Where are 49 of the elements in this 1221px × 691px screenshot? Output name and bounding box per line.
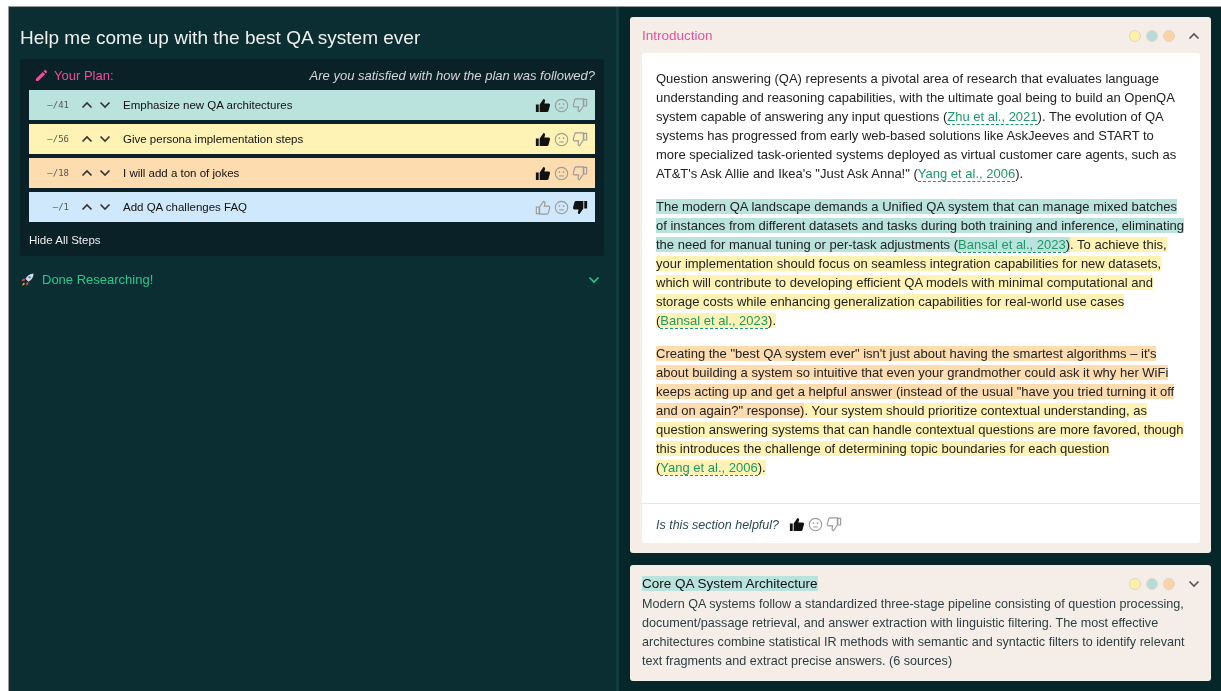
move-up-icon[interactable] xyxy=(81,169,93,177)
hide-steps-link[interactable]: Hide All Steps xyxy=(29,234,101,246)
chevron-icon[interactable] xyxy=(1188,31,1200,40)
plan-step[interactable]: –/1 Add QA challenges FAQ xyxy=(29,192,595,222)
thumbs-down-icon[interactable] xyxy=(572,130,589,148)
thumbs-up-icon[interactable] xyxy=(534,198,551,216)
thumbs-down-icon[interactable] xyxy=(572,96,589,114)
citation-link[interactable]: Yang et al., 2006 xyxy=(917,166,1016,182)
thumbs-down-icon[interactable] xyxy=(572,164,589,182)
paragraph: Creating the "best QA system ever" isn't just about having the smartest algorithms – it's about building a system so intuitive that even your grandmother could ask it why her WiFi keeps acting up and get a helpful answer (instead of the usual "have you tried turning it off and on again?" response). Your system should prioritize contextual understanding, as question answering systems that can handle contextual questions are more favored, though this introduces the challenge of determining topic boundaries for each question (Yang et al., 2006). xyxy=(656,345,1185,477)
helpful-question: Is this section helpful? xyxy=(656,517,779,532)
paragraph: The modern QA landscape demands a Unified QA system that can manage mixed batches of instances from different datasets and tasks during both training and inference, eliminating the need for manual tuning or per-task adjustments (Bansal et al., 2023). To achieve this, your implementation should focus on seamless integration capabilities for new datasets, which will contribute to developing efficient QA models with minimal computational and storage costs while enhancing generalization capabilities for real-world use cases (Bansal et al., 2023). xyxy=(656,198,1186,330)
section-title[interactable]: Core QA System Architecture xyxy=(642,576,818,591)
move-down-icon[interactable] xyxy=(99,169,111,177)
chevron-icon[interactable] xyxy=(1188,579,1200,588)
step-label: I will add a ton of jokes xyxy=(123,167,240,179)
citation-link[interactable]: Zhu et al., 2021 xyxy=(947,109,1038,125)
section-summary: Modern QA systems follow a standardized three-stage pipeline consisting of question processing, document/passage retrieval, and answer extraction with linguistic filtering. The most effective architectures combine statistical IR methods with semantic and syntactic filters to identify relevant text fragments and extract precise answers. (6 sources) xyxy=(642,596,1186,670)
thumbs-up-icon[interactable] xyxy=(534,164,551,182)
move-up-icon[interactable] xyxy=(81,135,93,143)
thumbs-up-icon[interactable] xyxy=(534,130,551,148)
step-count: –/56 xyxy=(46,134,69,144)
step-label: Add QA challenges FAQ xyxy=(123,201,248,213)
done-researching-label[interactable]: Done Researching! xyxy=(42,272,154,287)
page-title: Help me come up with the best QA system ever xyxy=(20,27,422,49)
step-count: –/1 xyxy=(51,202,69,212)
move-up-icon[interactable] xyxy=(81,101,93,109)
neutral-face-icon[interactable] xyxy=(808,517,823,532)
step-count: –/41 xyxy=(46,100,69,110)
thumbs-down-icon[interactable] xyxy=(572,198,589,216)
satisfaction-question: Are you satisfied with how the plan was followed? xyxy=(309,68,595,83)
step-label: Emphasize new QA architectures xyxy=(123,99,293,111)
step-count: –/18 xyxy=(46,168,69,178)
plan-step[interactable]: –/56 Give persona implementation steps xyxy=(29,124,595,154)
thumbs-up-icon[interactable] xyxy=(788,516,805,533)
pencil-icon xyxy=(35,69,48,82)
chevron-icon[interactable] xyxy=(588,275,600,284)
move-down-icon[interactable] xyxy=(99,203,111,211)
move-up-icon[interactable] xyxy=(81,203,93,211)
plan-heading: Your Plan: xyxy=(54,68,114,83)
thumbs-up-icon[interactable] xyxy=(534,96,551,114)
rocket-icon xyxy=(20,272,35,287)
thumbs-down-icon[interactable] xyxy=(826,516,843,533)
step-label: Give persona implementation steps xyxy=(123,133,304,145)
plan-step[interactable]: –/41 Emphasize new QA architectures xyxy=(29,90,595,120)
move-down-icon[interactable] xyxy=(99,101,111,109)
move-down-icon[interactable] xyxy=(99,135,111,143)
plan-step[interactable]: –/18 I will add a ton of jokes xyxy=(29,158,595,188)
paragraph: Question answering (QA) represents a pivotal area of research that evaluates language understanding and reasoning capabilities, with the ultimate goal being to build an OpenQA system capable of answering any input questions (Zhu et al., 2021). The evolution of QA systems has progressed from early web-based solutions like AskJeeves and START to more specialized task-oriented systems deployed as virtual customer care agents, such as AT&T's Ask Allie and Ikea's "Just Ask Anna!" (Yang et al., 2006). xyxy=(656,70,1178,183)
